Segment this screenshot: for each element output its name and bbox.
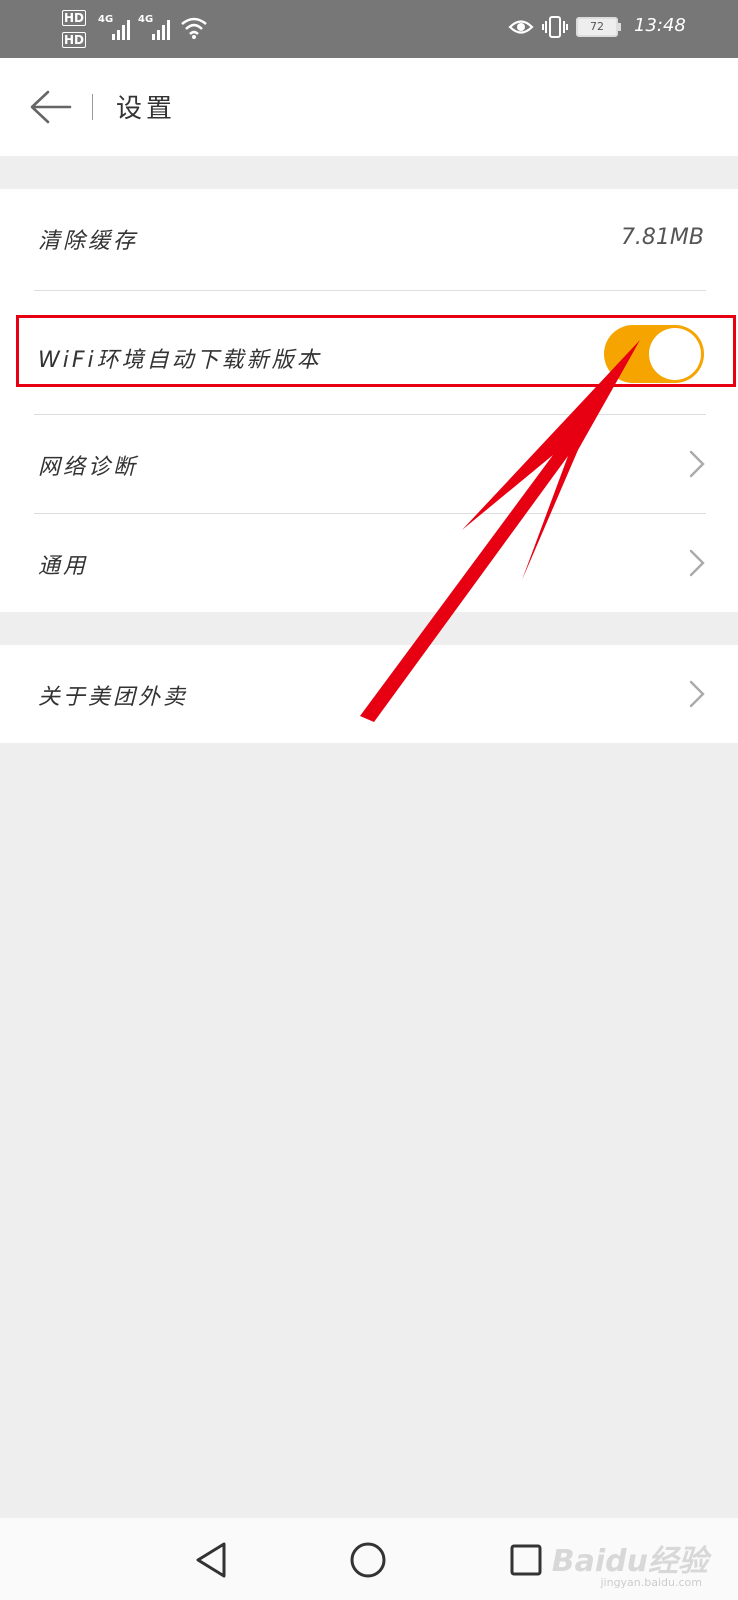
about-label: 关于美团外卖 [38, 685, 189, 710]
page-title: 设置 [116, 94, 177, 124]
back-button[interactable] [26, 84, 76, 130]
clear-cache-row[interactable]: 清除缓存 7.81MB [0, 189, 738, 289]
hd-badge-1: HD [62, 10, 87, 26]
general-row[interactable]: 通用 [0, 514, 738, 612]
network-diagnosis-label: 网络诊断 [38, 455, 139, 480]
chevron-right-icon [689, 549, 705, 577]
wifi-icon [181, 17, 207, 39]
nav-back-button[interactable] [190, 1538, 234, 1582]
watermark-url: jingyan.baidu.com [600, 1576, 702, 1589]
system-nav-bar: Baidu经验 jingyan.baidu.com [0, 1518, 738, 1600]
battery-icon: 72 [576, 17, 621, 37]
home-circle-icon [350, 1542, 386, 1578]
network-type-1: 4G [98, 14, 114, 25]
nav-home-button[interactable] [346, 1538, 390, 1582]
nav-recents-button[interactable] [504, 1538, 548, 1582]
header-divider [92, 94, 93, 120]
cache-size-value: 7.81MB [620, 225, 704, 250]
clock: 13:48 [634, 15, 686, 36]
chevron-right-icon [689, 680, 705, 708]
toggle-knob [649, 328, 701, 380]
recents-square-icon [510, 1544, 542, 1576]
about-row[interactable]: 关于美团外卖 [0, 645, 738, 743]
eye-comfort-icon [508, 20, 534, 34]
network-diagnosis-row[interactable]: 网络诊断 [0, 415, 738, 513]
signal-strength-2-icon [152, 18, 170, 40]
arrow-left-icon [30, 90, 72, 124]
chevron-right-icon [689, 450, 705, 478]
status-bar: HD HD 4G 4G 72 13:48 [0, 0, 738, 58]
back-triangle-icon [196, 1542, 226, 1578]
general-label: 通用 [38, 554, 89, 579]
wifi-auto-download-toggle[interactable] [604, 325, 704, 383]
signal-strength-1-icon [112, 18, 130, 40]
baidu-watermark: Baidu经验 [551, 1544, 708, 1579]
network-type-2: 4G [138, 14, 154, 25]
app-header: 设置 [0, 58, 738, 156]
divider [34, 290, 706, 291]
vibrate-icon [542, 16, 568, 38]
wifi-auto-download-label: WiFi环境自动下载新版本 [38, 348, 322, 373]
hd-badge-2: HD [62, 32, 87, 48]
clear-cache-label: 清除缓存 [38, 229, 139, 254]
